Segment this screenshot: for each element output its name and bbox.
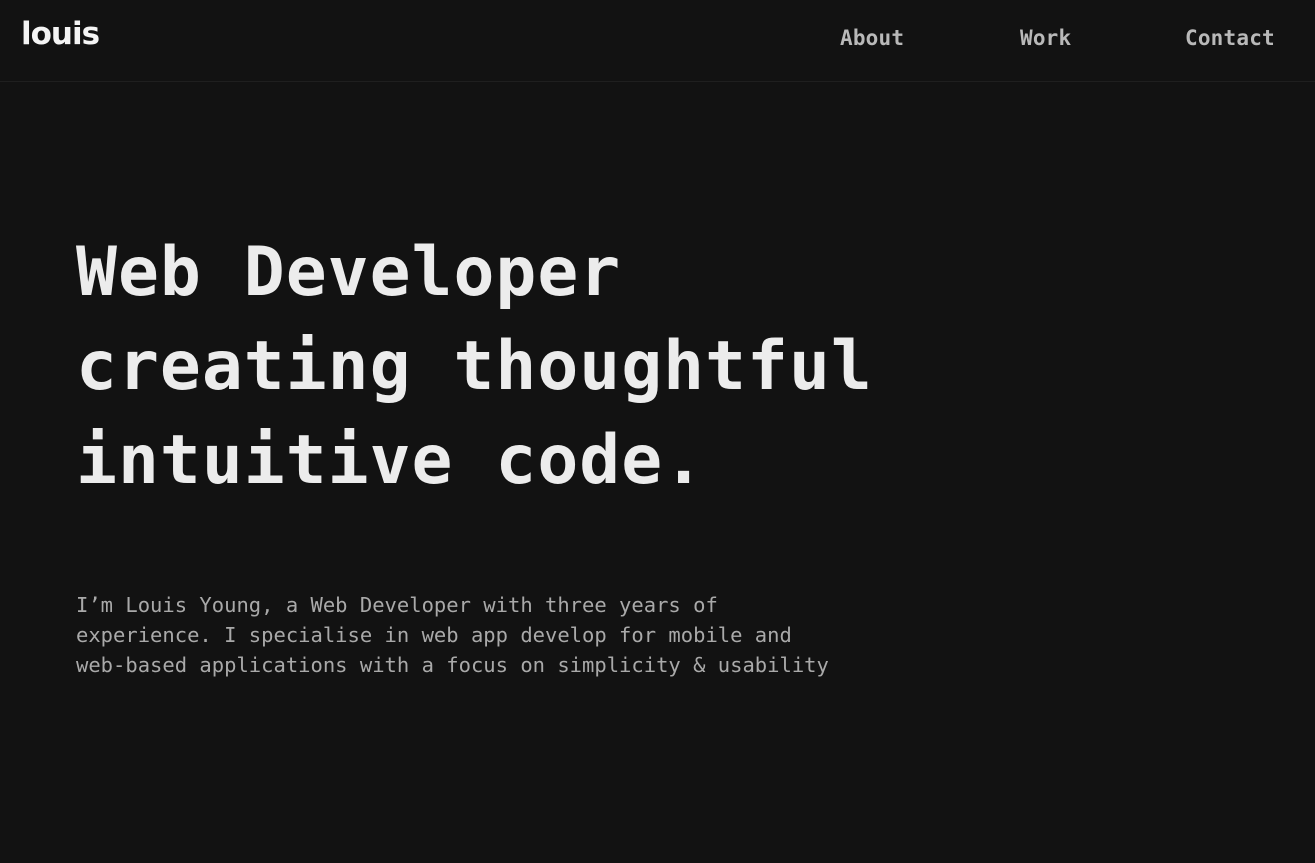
nav-link-work[interactable]: Work [1020, 25, 1071, 51]
headline-line: creating thoughtful [76, 327, 873, 406]
intro-line: web-based applications with a focus on s… [76, 653, 829, 677]
nav-link-about[interactable]: About [840, 25, 904, 51]
intro-line: I’m Louis Young, a Web Developer with th… [76, 593, 718, 617]
nav-link-contact[interactable]: Contact [1185, 25, 1275, 51]
logo-link[interactable]: louis [21, 14, 100, 54]
headline-line: intuitive code. [76, 421, 706, 500]
intro-line: experience. I specialise in web app deve… [76, 623, 792, 647]
hero-headline: Web Developer creating thoughtful intuit… [76, 226, 873, 508]
site-header: louis About Work Contact [0, 0, 1315, 82]
intro-paragraph: I’m Louis Young, a Web Developer with th… [76, 590, 829, 680]
headline-line: Web Developer [76, 233, 622, 312]
